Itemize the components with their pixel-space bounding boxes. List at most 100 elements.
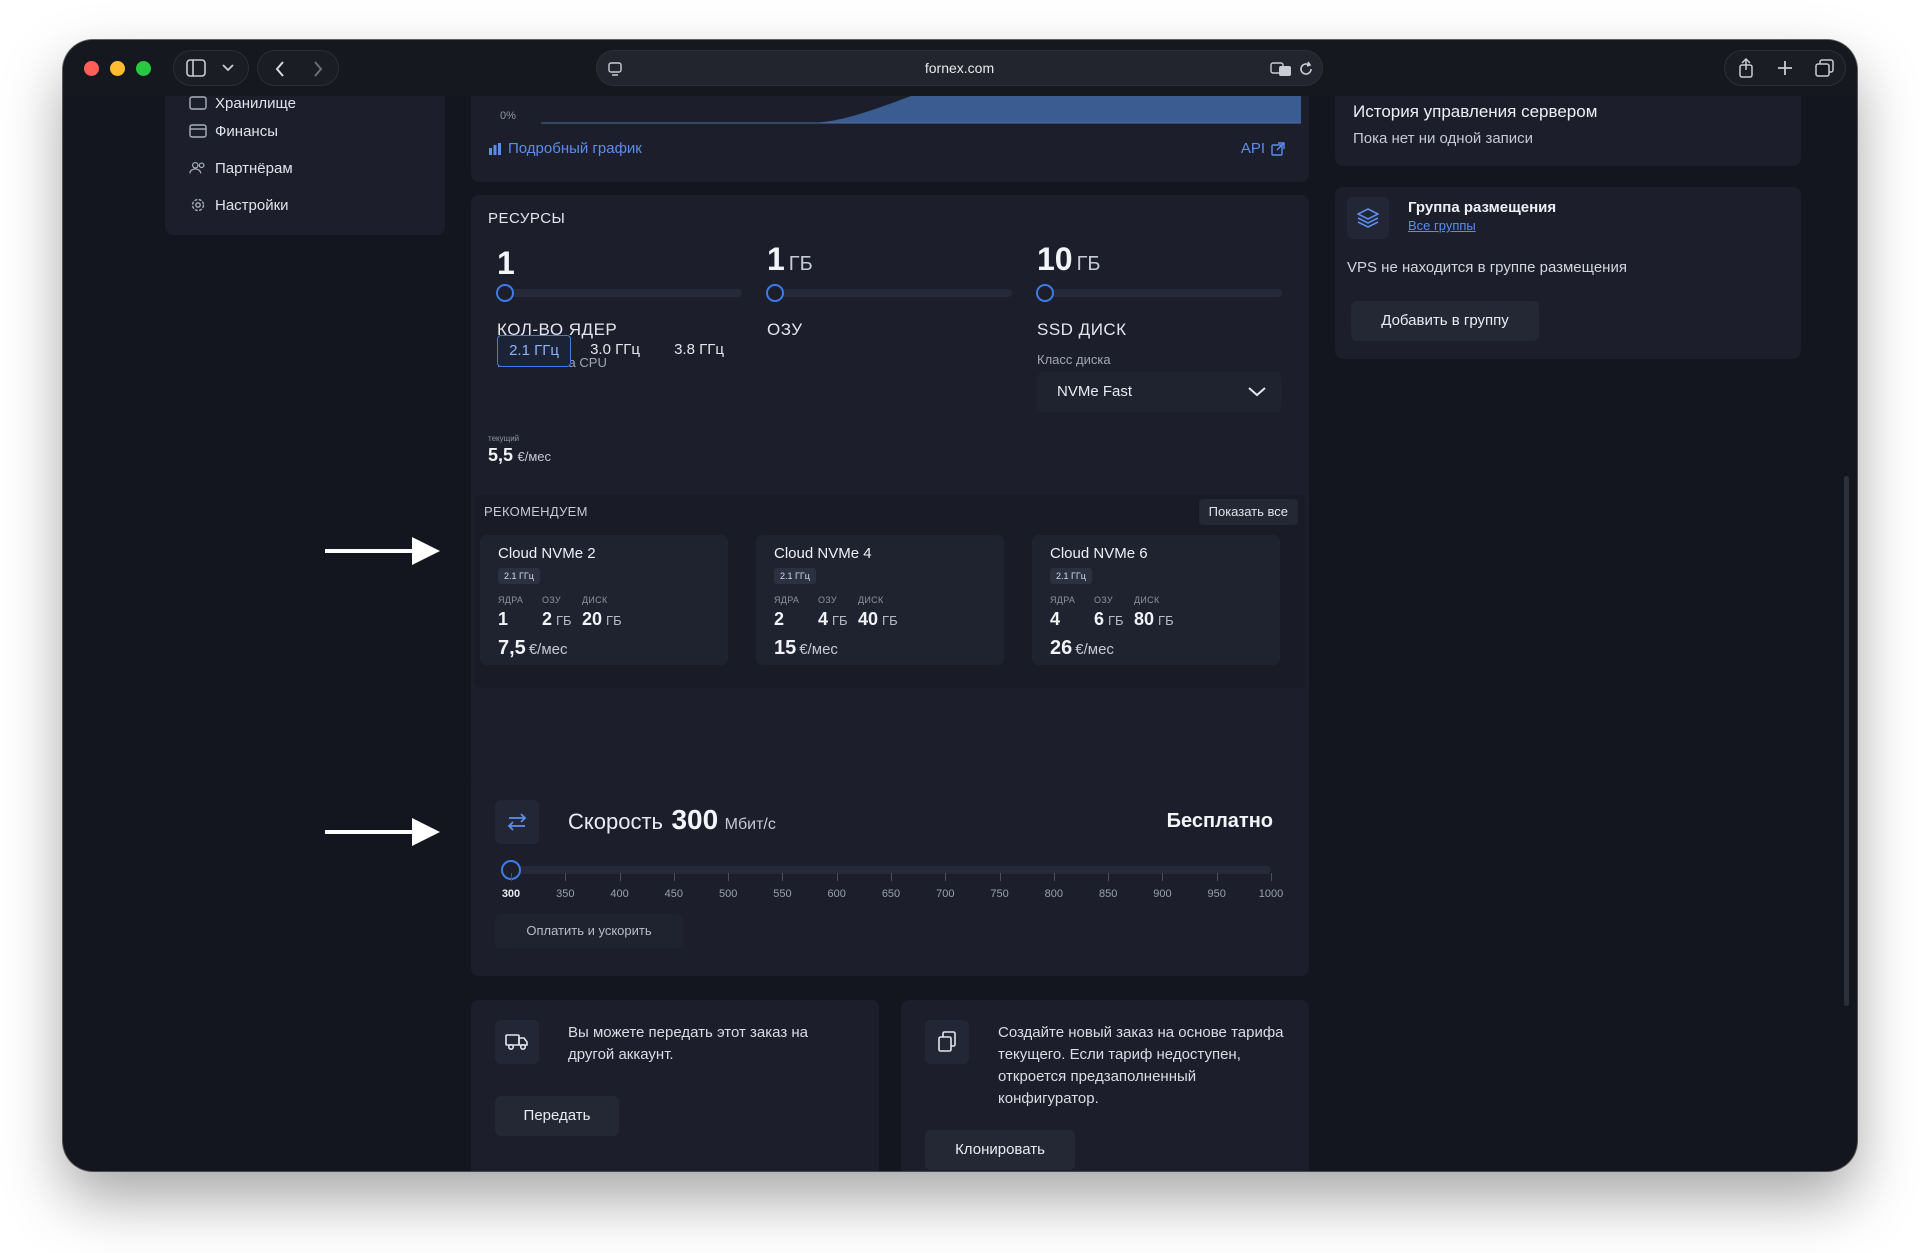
clone-icon-box [925, 1020, 969, 1064]
speed-tick-label[interactable]: 400 [600, 888, 640, 900]
plan-disk: 20 ГБ [582, 609, 622, 630]
current-price-unit: €/мес [517, 449, 551, 464]
cpu-freq-option[interactable]: 3.8 ГГц [663, 335, 735, 365]
speed-tick-label[interactable]: 450 [654, 888, 694, 900]
detailed-graph-link[interactable]: Подробный график [488, 140, 642, 157]
cpu-freq-option[interactable]: 2.1 ГГц [497, 335, 571, 367]
speed-tick-label[interactable]: 550 [762, 888, 802, 900]
close-window-button[interactable] [84, 61, 99, 76]
plan-price-value: 7,5 [498, 637, 526, 659]
speed-tick-label[interactable]: 300 [491, 888, 531, 900]
forward-icon[interactable] [312, 60, 324, 78]
history-empty-text: Пока нет ни одной записи [1353, 130, 1534, 147]
api-link[interactable]: API [1241, 140, 1285, 157]
speed-tick-label[interactable]: 750 [980, 888, 1020, 900]
plan-ram-value: 4 [818, 609, 829, 629]
plan-disk-label: ДИСК [858, 595, 884, 605]
new-tab-icon[interactable] [1777, 60, 1793, 76]
disk-slider-knob[interactable] [1036, 284, 1054, 302]
plan-ram: 2 ГБ [542, 609, 572, 630]
cores-slider-knob[interactable] [496, 284, 514, 302]
cores-value: 1 [497, 245, 519, 282]
show-all-button[interactable]: Показать все [1198, 499, 1298, 525]
disk-slider-track[interactable] [1037, 289, 1282, 297]
swap-arrows-icon [507, 813, 527, 831]
speed-tick [1162, 873, 1164, 881]
browser-window: fornex.com Хранилище Финансы Партнёрам Н… [63, 40, 1857, 1171]
sidebar-toggle-group[interactable] [173, 50, 249, 86]
plan-card[interactable]: Cloud NVMe 2 2.1 ГГц ЯДРА ОЗУ ДИСК 1 2 ГБ… [480, 535, 728, 665]
finance-icon [189, 122, 207, 140]
transfer-text: Вы можете передать этот заказ на другой … [568, 1024, 808, 1063]
chevron-down-icon[interactable] [222, 64, 234, 72]
speed-tick-label[interactable]: 700 [925, 888, 965, 900]
zoom-window-button[interactable] [136, 61, 151, 76]
cores-slider-track[interactable] [497, 289, 742, 297]
speed-tick-label[interactable]: 500 [708, 888, 748, 900]
speed-tick-label[interactable]: 950 [1197, 888, 1237, 900]
chevron-down-icon [1248, 387, 1266, 397]
sidebar-item-partners[interactable]: Партнёрам [189, 159, 293, 177]
speed-tick [728, 873, 730, 881]
speed-tick-label[interactable]: 600 [817, 888, 857, 900]
plan-disk-value: 20 [582, 609, 603, 629]
plan-card[interactable]: Cloud NVMe 6 2.1 ГГц ЯДРА ОЗУ ДИСК 4 6 ГБ… [1032, 535, 1280, 665]
sidebar-item-storage[interactable]: Хранилище [189, 94, 296, 112]
transfer-button[interactable]: Передать [495, 1096, 619, 1136]
traffic-graph-panel: 0% Подробный график API [471, 96, 1309, 182]
sidebar-item-settings[interactable]: Настройки [189, 196, 289, 214]
recommend-panel: РЕКОМЕНДУЕМ Показать все Cloud NVMe 2 2.… [474, 495, 1306, 688]
plan-price: 15 €/мес [774, 637, 838, 660]
tab-overview-icon[interactable] [1815, 59, 1835, 77]
clone-button[interactable]: Клонировать [925, 1130, 1075, 1170]
cpu-freq-option[interactable]: 3.0 ГГц [579, 335, 651, 365]
sidebar-toggle-icon[interactable] [186, 59, 206, 77]
truck-icon-box [495, 1020, 539, 1064]
clone-panel: Создайте новый заказ на основе тарифа те… [901, 1000, 1309, 1171]
reload-icon[interactable] [1298, 61, 1314, 77]
speed-unit: Мбит/с [724, 816, 776, 833]
plan-freq-badge: 2.1 ГГц [1050, 568, 1092, 584]
truck-icon [505, 1034, 528, 1051]
share-icon[interactable] [1737, 58, 1755, 78]
disk-unit: ГБ [1076, 253, 1101, 275]
browser-toolbar: fornex.com [63, 40, 1857, 96]
pay-and-boost-button[interactable]: Оплатить и ускорить [495, 914, 683, 948]
transfer-panel: Вы можете передать этот заказ на другой … [471, 1000, 879, 1171]
speed-slider-track[interactable] [509, 866, 1271, 874]
speed-price: Бесплатно [1166, 810, 1273, 832]
back-icon[interactable] [274, 60, 286, 78]
address-bar[interactable]: fornex.com [596, 50, 1323, 86]
disk-class-select[interactable]: NVMe Fast [1037, 372, 1282, 412]
speed-tick-label[interactable]: 800 [1034, 888, 1074, 900]
speed-tick-label[interactable]: 1000 [1251, 888, 1291, 900]
ram-slider-track[interactable] [767, 289, 1012, 297]
speed-value: 300 [671, 804, 719, 835]
speed-tick-label[interactable]: 850 [1088, 888, 1128, 900]
nav-buttons [257, 50, 339, 86]
speed-tick-label[interactable]: 900 [1142, 888, 1182, 900]
disk-value: 10 ГБ [1037, 241, 1101, 278]
current-price-caption: текущий [488, 434, 520, 443]
disk-class-value: NVMe Fast [1057, 383, 1133, 400]
plan-cores-label: ЯДРА [1050, 595, 1076, 605]
minimize-window-button[interactable] [110, 61, 125, 76]
add-to-group-button[interactable]: Добавить в группу [1351, 301, 1539, 341]
cores-number: 1 [497, 245, 515, 281]
all-groups-link[interactable]: Все группы [1408, 218, 1476, 233]
resources-panel: РЕСУРСЫ 1 КОЛ-ВО ЯДЕР Мин. частота CPU 2… [471, 195, 1309, 790]
url-text: fornex.com [924, 60, 995, 76]
page-scrollbar[interactable] [1844, 476, 1849, 1006]
speed-tick-label[interactable]: 650 [871, 888, 911, 900]
sidebar-item-finance[interactable]: Финансы [189, 122, 278, 140]
sidebar-item-label: Хранилище [215, 94, 296, 112]
speed-tick-label[interactable]: 350 [545, 888, 585, 900]
current-price-value: 5,5 [488, 445, 514, 465]
translate-icon[interactable] [1270, 61, 1292, 77]
gear-icon [189, 196, 207, 214]
plan-price-value: 26 [1050, 637, 1073, 659]
ram-slider-knob[interactable] [766, 284, 784, 302]
plan-ram: 4 ГБ [818, 609, 848, 630]
partners-icon [189, 159, 207, 177]
plan-card[interactable]: Cloud NVMe 4 2.1 ГГц ЯДРА ОЗУ ДИСК 2 4 ГБ… [756, 535, 1004, 665]
